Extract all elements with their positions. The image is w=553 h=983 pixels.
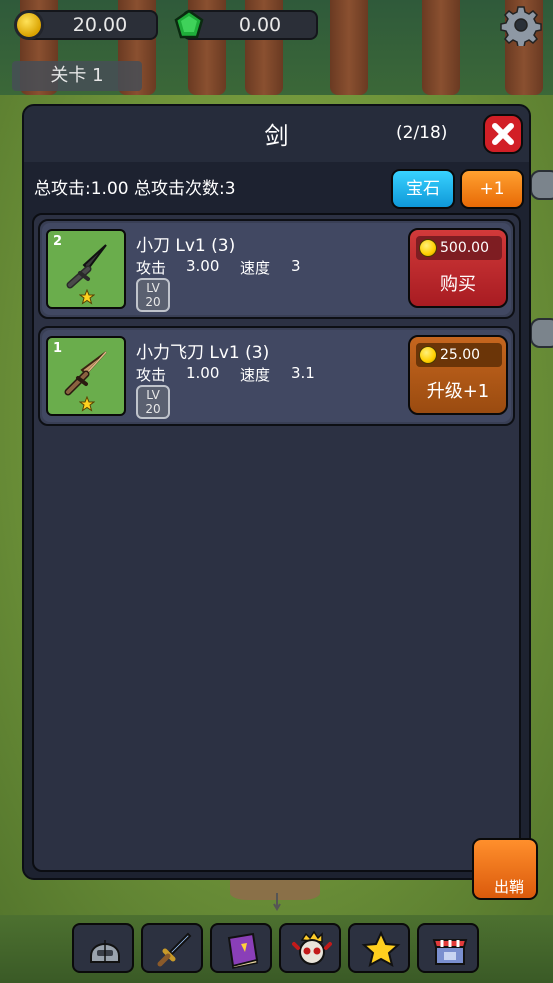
attack-value: 1.00 [186, 364, 220, 382]
helmet-icon [90, 940, 120, 963]
nav-boss-button[interactable] [279, 923, 341, 973]
speed-label: 速度 [240, 366, 271, 384]
weapon-list: 2 小刀 Lv1 (3) 攻击 3.00 速度 3 LV 20 500.00 购… [32, 213, 521, 872]
sword-icon [157, 932, 192, 967]
nav-armor-button[interactable] [72, 923, 134, 973]
level-badge-label: LV [146, 281, 160, 295]
nav-shop-button[interactable] [417, 923, 479, 973]
star-icon [79, 289, 95, 305]
unsheathe-button[interactable]: 出鞘 [472, 838, 538, 900]
tree-trunk [422, 0, 460, 95]
gold-value: 20.00 [72, 14, 128, 36]
speed-value: 3.1 [291, 364, 315, 382]
attack-value: 3.00 [186, 257, 220, 275]
upgrade-label: 升级+1 [426, 381, 490, 402]
buy-label: 购买 [440, 274, 476, 295]
side-object [530, 318, 553, 348]
level-badge: LV 20 [136, 385, 170, 419]
weapon-icon-box: 1 [46, 336, 126, 416]
coin-icon [419, 346, 437, 364]
gem-icon [174, 9, 204, 39]
nav-book-button[interactable] [210, 923, 272, 973]
star-icon [79, 396, 95, 412]
total-attack-stats: 总攻击:1.00 总攻击次数:3 [34, 179, 236, 199]
down-arrow-icon [273, 893, 281, 911]
price-tag: 25.00 [416, 343, 502, 367]
level-badge-value: 20 [145, 295, 161, 309]
shop-icon [432, 939, 468, 965]
attack-label: 攻击 [136, 366, 167, 384]
upgrade-button[interactable]: 25.00 升级+1 [408, 335, 508, 415]
tree-trunk [330, 0, 368, 95]
weapon-dialog: 剑 (2/18) 总攻击:1.00 总攻击次数:3 宝石 +1 2 小刀 Lv1… [22, 104, 531, 880]
level-badge: LV 20 [136, 278, 170, 312]
star-icon [361, 930, 401, 967]
stage-label: 关卡 1 [12, 61, 142, 91]
weapon-name: 小力飞刀 Lv1 (3) [136, 343, 270, 363]
coin-icon [419, 239, 437, 257]
speed-label: 速度 [240, 259, 271, 277]
price-value: 25.00 [440, 347, 481, 363]
weapon-row: 1 小力飞刀 Lv1 (3) 攻击 1.00 速度 3.1 LV 20 25.0… [38, 326, 515, 426]
attack-label: 攻击 [136, 259, 167, 277]
skull-icon [292, 930, 332, 965]
nav-sword-button[interactable] [141, 923, 203, 973]
weapon-count: (2/18) [396, 123, 448, 143]
plus-one-button[interactable]: +1 [460, 169, 524, 209]
dialog-title: 剑 [264, 122, 289, 150]
buy-button[interactable]: 500.00 购买 [408, 228, 508, 308]
coin-icon [14, 10, 44, 40]
spellbook-icon [227, 932, 259, 969]
level-badge-value: 20 [145, 402, 161, 416]
close-button[interactable] [483, 114, 523, 154]
level-badge-label: LV [146, 388, 160, 402]
weapon-icon-box: 2 [46, 229, 126, 309]
weapon-name: 小刀 Lv1 (3) [136, 236, 236, 256]
price-tag: 500.00 [416, 236, 502, 260]
close-icon [492, 123, 514, 145]
weapon-row: 2 小刀 Lv1 (3) 攻击 3.00 速度 3 LV 20 500.00 购… [38, 219, 515, 319]
price-value: 500.00 [440, 240, 489, 256]
side-object [530, 170, 553, 200]
gem-button[interactable]: 宝石 [391, 169, 455, 209]
gear-icon[interactable] [500, 4, 542, 46]
gem-value: 0.00 [238, 14, 282, 36]
nav-star-button[interactable] [348, 923, 410, 973]
speed-value: 3 [291, 257, 301, 275]
